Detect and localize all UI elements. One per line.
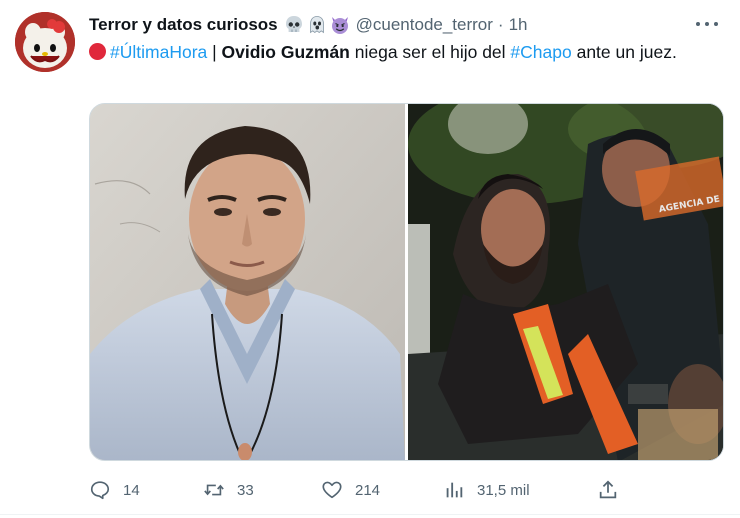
more-options-icon[interactable] xyxy=(696,14,718,34)
share-button[interactable] xyxy=(597,477,619,503)
like-button[interactable]: 214 xyxy=(321,477,380,503)
views-button[interactable]: 31,5 mil xyxy=(443,477,530,503)
text-end: ante un juez. xyxy=(571,42,677,62)
separator: · xyxy=(497,15,504,34)
avatar[interactable] xyxy=(15,12,75,72)
like-count: 214 xyxy=(355,481,381,499)
name-emojis xyxy=(284,15,350,35)
handle[interactable]: @cuentode_terror xyxy=(356,15,493,35)
tweet[interactable]: Terror y datos curiosos @cuentode_terror… xyxy=(0,0,740,518)
reply-button[interactable]: 14 xyxy=(89,477,140,503)
hashtag-chapo[interactable]: #Chapo xyxy=(510,42,571,62)
tweet-header: Terror y datos curiosos @cuentode_terror… xyxy=(89,14,720,36)
bold-name: Ovidio Guzmán xyxy=(221,42,350,62)
text-middle: niega ser el hijo del xyxy=(349,42,511,62)
tweet-text: #ÚltimaHora | Ovidio Guzmán niega ser el… xyxy=(89,40,719,65)
smiling-devil-icon xyxy=(331,17,348,34)
reply-count: 14 xyxy=(123,481,140,499)
timestamp[interactable]: 1h xyxy=(509,15,528,35)
hashtag-ultima-hora[interactable]: #ÚltimaHora xyxy=(110,42,207,62)
mugshot-photo[interactable] xyxy=(90,104,405,460)
ghost-icon xyxy=(309,16,324,34)
action-bar: 14 33 214 31,5 mil xyxy=(89,477,721,503)
skull-icon xyxy=(285,16,302,32)
retweet-button[interactable]: 33 xyxy=(203,477,254,503)
arrest-photo[interactable]: AGENCIA DE INVESTIGACIÓN CRIMINAL xyxy=(408,104,723,460)
share-icon xyxy=(599,480,617,499)
avatar-image xyxy=(15,12,75,72)
views-chart-icon xyxy=(446,482,463,498)
retweet-count: 33 xyxy=(237,481,254,499)
tweet-divider xyxy=(0,514,740,515)
views-count: 31,5 mil xyxy=(477,481,530,499)
reply-icon xyxy=(90,481,110,500)
heart-icon xyxy=(322,481,342,499)
retweet-icon xyxy=(204,484,224,496)
display-name[interactable]: Terror y datos curiosos xyxy=(89,15,278,35)
media-grid: AGENCIA DE INVESTIGACIÓN CRIMINAL xyxy=(89,103,724,461)
pipe-text: | xyxy=(207,42,222,62)
red-circle-icon xyxy=(89,43,106,60)
